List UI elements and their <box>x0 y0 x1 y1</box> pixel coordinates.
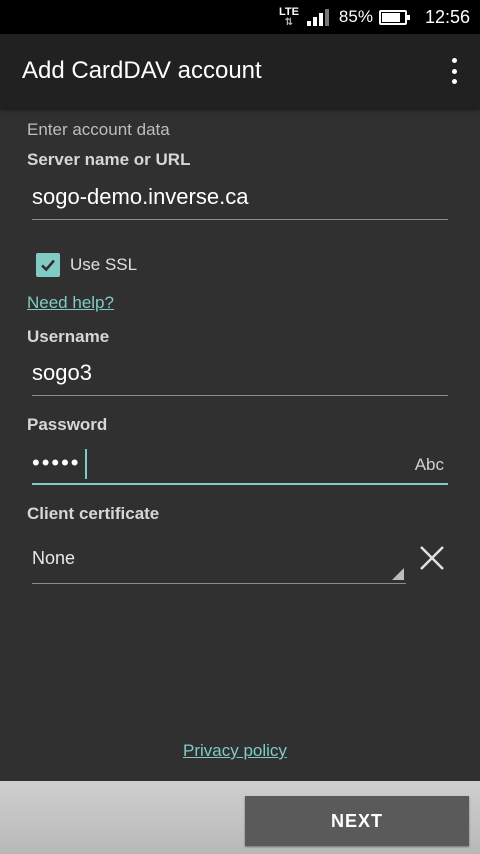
lte-indicator: LTE ⇅ <box>278 5 299 28</box>
data-activity-icon: ⇅ <box>284 16 294 28</box>
password-input[interactable]: ••••• Abc <box>32 441 448 485</box>
network-type: LTE <box>278 5 299 18</box>
signal-strength-icon <box>306 8 331 26</box>
client-certificate-dropdown[interactable]: None <box>32 540 406 584</box>
dropdown-arrow-icon <box>392 568 404 580</box>
server-label: Server name or URL <box>27 150 191 169</box>
password-masked-value: ••••• <box>32 449 81 475</box>
client-certificate-selected: None <box>32 548 76 568</box>
close-icon[interactable] <box>418 544 446 572</box>
username-label: Username <box>27 327 110 346</box>
use-ssl-checkbox-row[interactable]: Use SSL <box>36 253 137 277</box>
bottom-button-bar: NEXT <box>0 781 480 854</box>
server-url-value: sogo-demo.inverse.ca <box>32 184 249 209</box>
username-value: sogo3 <box>32 360 92 385</box>
password-label: Password <box>27 415 108 434</box>
page-title: Add CardDAV account <box>22 57 262 84</box>
password-visibility-toggle[interactable]: Abc <box>415 455 444 475</box>
status-bar: LTE ⇅ 85% 12:56 <box>0 0 480 34</box>
battery-icon <box>378 9 410 25</box>
username-input[interactable]: sogo3 <box>32 352 448 396</box>
privacy-policy-link[interactable]: Privacy policy <box>183 741 287 761</box>
section-title: Enter account data <box>27 120 170 139</box>
next-button[interactable]: NEXT <box>245 796 469 846</box>
server-url-input[interactable]: sogo-demo.inverse.ca <box>32 176 448 220</box>
app-bar: Add CardDAV account <box>0 34 480 108</box>
client-certificate-label: Client certificate <box>27 504 160 523</box>
overflow-menu-icon[interactable] <box>450 58 458 84</box>
use-ssl-label: Use SSL <box>70 255 138 274</box>
check-icon <box>41 259 55 272</box>
battery-level-fill <box>381 12 401 22</box>
battery-percent: 85% <box>338 7 373 26</box>
clock: 12:56 <box>424 6 470 27</box>
use-ssl-checkbox[interactable] <box>36 253 60 277</box>
need-help-link[interactable]: Need help? <box>27 293 114 313</box>
text-cursor <box>84 449 87 479</box>
